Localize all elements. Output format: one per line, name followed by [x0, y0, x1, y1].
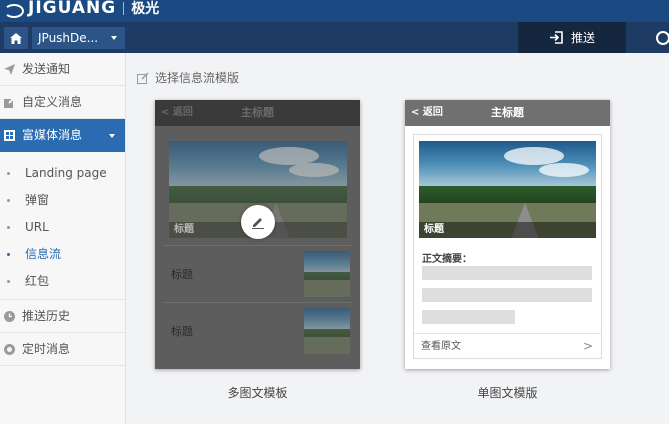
pencil-icon [252, 218, 264, 229]
list-item: 标题 [163, 302, 352, 359]
home-button[interactable] [4, 27, 28, 49]
phone-header: < 返回 主标题 [405, 100, 610, 126]
tab-push[interactable]: 推送 [518, 22, 626, 53]
text-placeholder [422, 266, 592, 280]
timer-icon [4, 344, 15, 355]
sidebar-item-label: 自定义消息 [22, 95, 83, 109]
sidebar-item-custom-message[interactable]: 自定义消息 [0, 86, 125, 119]
tab-push-label: 推送 [570, 31, 595, 45]
section-title-text: 选择信息流模版 [155, 71, 240, 85]
chevron-right-icon: > [582, 339, 593, 353]
text-placeholder [422, 310, 515, 324]
submenu-item-label: 信息流 [25, 247, 62, 261]
single-image-template-card[interactable]: < 返回 主标题 标题 正文摘要： 查看原文 > [405, 100, 610, 369]
thumbnail-image [304, 308, 350, 354]
submenu-item-feed[interactable]: 信息流 [0, 241, 125, 268]
list-item-title: 标题 [171, 268, 193, 281]
app-selector-value: JPushDe... [38, 31, 99, 45]
brand-logo[interactable]: JIGUANG 极光 [4, 0, 159, 22]
rich-media-submenu: Landing page 弹窗 URL 信息流 红包 [0, 152, 125, 300]
submenu-item-label: 红包 [25, 274, 50, 288]
multi-image-template-card[interactable]: < 返回 主标题 标题 标题 标题 [155, 100, 360, 369]
summary-label: 正文摘要： [422, 254, 472, 265]
section-title: 选择信息流模版 [137, 69, 239, 86]
push-icon [549, 31, 563, 44]
thumbnail-image [304, 251, 350, 297]
read-original-link[interactable]: 查看原文 > [414, 333, 601, 358]
sidebar-item-rich-media[interactable]: 富媒体消息 [0, 119, 125, 152]
back-link: < 返回 [161, 107, 193, 118]
chevron-down-icon [111, 36, 117, 40]
list-item-title: 标题 [171, 325, 193, 338]
read-original-label: 查看原文 [421, 341, 461, 352]
brand-name-cn: 极光 [131, 1, 160, 17]
bullet-icon [7, 280, 10, 283]
clock-icon [4, 311, 15, 322]
list-item: 标题 [163, 245, 352, 302]
grid-icon [4, 130, 15, 141]
home-icon [10, 32, 22, 44]
submenu-item-label: URL [25, 220, 49, 234]
app-selector[interactable]: JPushDe... [32, 27, 125, 49]
sidebar-item-label: 定时消息 [22, 342, 71, 356]
phone-header-title: 主标题 [241, 106, 274, 119]
phone-header: < 返回 主标题 [155, 100, 360, 126]
back-link: < 返回 [411, 107, 443, 118]
edit-square-icon [137, 72, 149, 84]
hero-caption: 标题 [419, 222, 596, 238]
submenu-item-red-packet[interactable]: 红包 [0, 268, 125, 295]
sidebar-item-push-history[interactable]: 推送历史 [0, 300, 125, 333]
bullet-icon [7, 199, 10, 202]
multi-template-label: 多图文模板 [227, 386, 288, 400]
send-icon [4, 64, 15, 75]
sidebar-item-send-notification[interactable]: 发送通知 [0, 53, 125, 86]
dashboard-icon[interactable] [656, 31, 669, 45]
sidebar-item-scheduled[interactable]: 定时消息 [0, 333, 125, 366]
brand-separator [123, 1, 125, 15]
main-content: 选择信息流模版 < 返回 主标题 标题 标题 标题 多图文模板 < 返回 主标题… [127, 53, 669, 424]
sidebar-item-label: 发送通知 [22, 62, 71, 76]
submenu-item-landing-page[interactable]: Landing page [0, 160, 125, 187]
submenu-item-label: Landing page [25, 166, 107, 180]
top-nav: JPushDe... 推送 [0, 22, 669, 53]
single-template-label: 单图文模版 [477, 386, 538, 400]
text-placeholder [422, 288, 592, 302]
bullet-icon [7, 253, 10, 256]
sidebar-item-label: 推送历史 [22, 309, 71, 323]
submenu-item-label: 弹窗 [25, 193, 50, 207]
jiguang-logo-icon [4, 4, 24, 18]
brand-bar: JIGUANG 极光 [0, 0, 669, 22]
edit-button[interactable] [241, 205, 275, 239]
bullet-icon [7, 172, 10, 175]
hero-image: 标题 [419, 141, 596, 238]
edit-icon [4, 97, 15, 108]
bullet-icon [7, 226, 10, 229]
article-preview: 标题 正文摘要： 查看原文 > [413, 134, 602, 359]
sidebar-item-label: 富媒体消息 [22, 128, 83, 142]
submenu-item-url[interactable]: URL [0, 214, 125, 241]
submenu-item-popup[interactable]: 弹窗 [0, 187, 125, 214]
brand-name: JIGUANG [28, 0, 117, 18]
chevron-down-icon [109, 134, 115, 138]
sidebar: 发送通知 自定义消息 富媒体消息 Landing page 弹窗 URL 信息流… [0, 53, 126, 424]
phone-header-title: 主标题 [491, 106, 524, 119]
